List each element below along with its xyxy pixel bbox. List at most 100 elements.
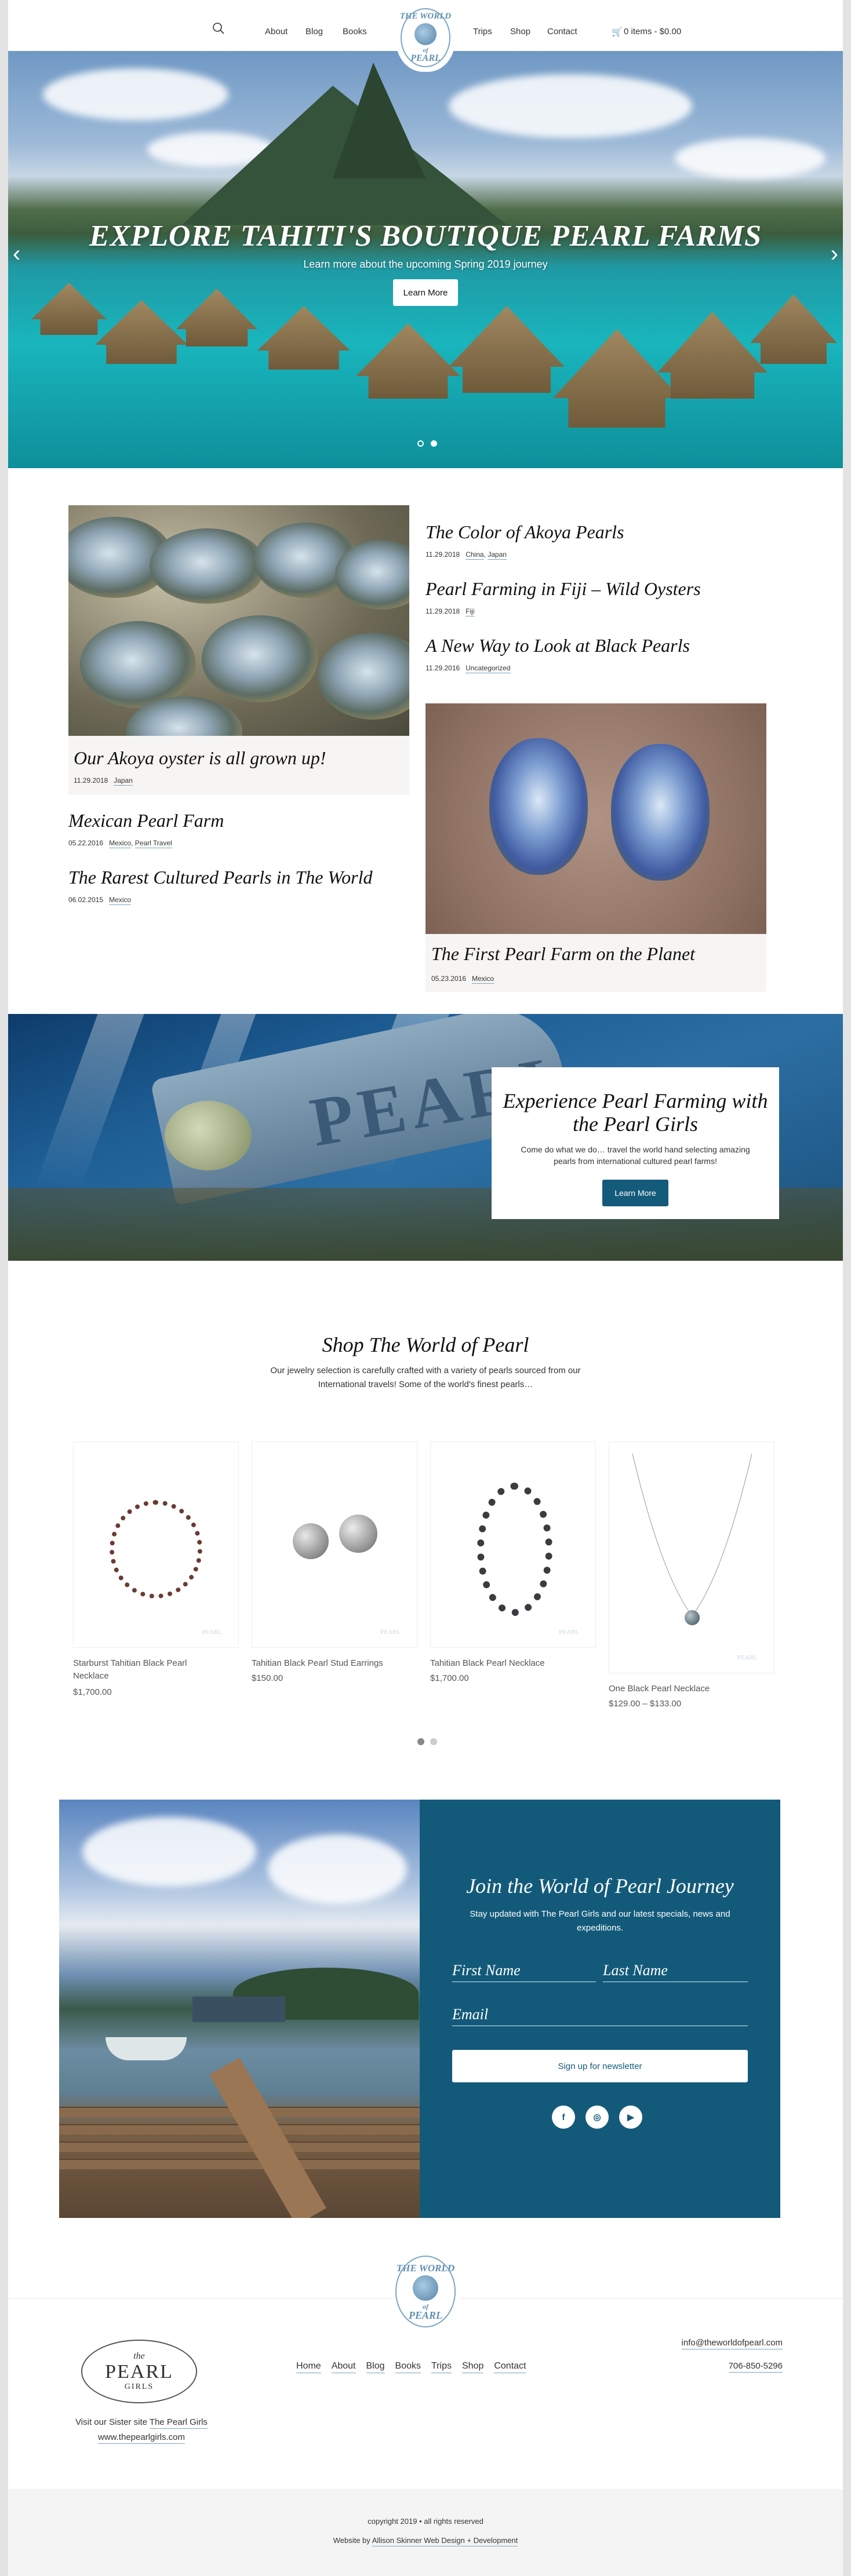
footer-email[interactable]: info@theworldofpearl.com bbox=[681, 2338, 783, 2349]
post-title-color[interactable]: The Color of Akoya Pearls bbox=[426, 521, 624, 543]
nav-trips[interactable]: Trips bbox=[473, 27, 492, 37]
nav-books[interactable]: Books bbox=[343, 27, 367, 37]
product-name[interactable]: Tahitian Black Pearl Stud Earrings bbox=[252, 1657, 383, 1670]
carousel-dot-active[interactable] bbox=[417, 1738, 424, 1745]
pearl-graphic bbox=[339, 1515, 377, 1553]
bungalow bbox=[356, 323, 460, 399]
bungalow bbox=[257, 306, 350, 370]
post-meta-mexican: 05.22.2016 Mexico, Pearl Travel bbox=[68, 839, 172, 848]
footer-logo[interactable]: THE WORLD of PEARL bbox=[391, 2251, 460, 2332]
shop-intro: Our jewelry selection is carefully craft… bbox=[270, 1366, 581, 1389]
buoy bbox=[165, 1101, 252, 1170]
footer-link-trips[interactable]: Trips bbox=[431, 2361, 452, 2373]
carousel-dot[interactable] bbox=[430, 1738, 437, 1745]
post-date: 11.29.2016 bbox=[426, 664, 460, 672]
footer-link-contact[interactable]: Contact bbox=[494, 2361, 526, 2373]
watermark: PEARL bbox=[737, 1654, 758, 1661]
post-tag[interactable]: Japan bbox=[488, 550, 507, 560]
sister-site-url[interactable]: www.thepearlgirls.com bbox=[97, 2432, 186, 2444]
product-name[interactable]: Tahitian Black Pearl Necklace bbox=[430, 1657, 545, 1670]
cart-link[interactable]: 0 items - $0.00 bbox=[624, 27, 681, 37]
search-icon[interactable] bbox=[212, 22, 225, 38]
post-tag[interactable]: Fiji bbox=[465, 607, 475, 616]
dock-photo bbox=[59, 1800, 420, 2218]
oyster-shell bbox=[80, 621, 196, 708]
product-price: $150.00 bbox=[252, 1673, 283, 1683]
nav-shop[interactable]: Shop bbox=[510, 27, 530, 37]
cloud bbox=[675, 138, 825, 178]
nav-contact[interactable]: Contact bbox=[547, 27, 577, 37]
newsletter-signup-button[interactable]: Sign up for newsletter bbox=[452, 2050, 748, 2082]
product-image-studs[interactable]: PEARL bbox=[252, 1442, 417, 1648]
pearl-girls-logo[interactable]: the PEARL GIRLS bbox=[81, 2334, 197, 2409]
youtube-icon[interactable]: ▶ bbox=[619, 2106, 642, 2129]
post-tag[interactable]: Japan bbox=[114, 776, 133, 786]
product-price: $1,700.00 bbox=[430, 1673, 469, 1683]
footer-phone[interactable]: 706-850-5296 bbox=[728, 2361, 783, 2373]
footer-nav: Home About Blog Books Trips Shop Contact bbox=[296, 2361, 526, 2373]
post-title-rarest[interactable]: The Rarest Cultured Pearls in The World bbox=[68, 867, 372, 888]
post-image-akoya[interactable] bbox=[68, 505, 409, 736]
credit-link[interactable]: Allison Skinner Web Design + Development bbox=[372, 2536, 518, 2546]
slider-dot-active[interactable] bbox=[431, 440, 437, 447]
nav-blog[interactable]: Blog bbox=[306, 27, 323, 37]
post-tag[interactable]: Uncategorized bbox=[465, 664, 511, 673]
blue-shell bbox=[489, 738, 588, 875]
footer-link-about[interactable]: About bbox=[331, 2361, 356, 2373]
product-image-tahitian[interactable]: PEARL bbox=[430, 1442, 596, 1648]
newsletter-title: Join the World of Pearl Journey bbox=[466, 1874, 734, 1898]
post-tag[interactable]: Mexico bbox=[109, 896, 132, 905]
bungalow bbox=[553, 329, 681, 428]
post-date: 05.23.2016 bbox=[431, 975, 467, 983]
post-image-first[interactable] bbox=[426, 703, 766, 934]
site-logo[interactable]: THE WORLD of PEARL bbox=[396, 3, 455, 72]
post-title-mexican[interactable]: Mexican Pearl Farm bbox=[68, 810, 224, 831]
bungalow bbox=[176, 289, 257, 346]
next-arrow-icon[interactable]: › bbox=[831, 242, 838, 265]
email-field[interactable]: Email bbox=[452, 2006, 748, 2026]
prev-arrow-icon[interactable]: ‹ bbox=[13, 242, 20, 265]
boat bbox=[192, 1997, 285, 2022]
post-title-black[interactable]: A New Way to Look at Black Pearls bbox=[426, 635, 690, 656]
last-name-field[interactable]: Last Name bbox=[603, 1962, 748, 1982]
bungalow bbox=[750, 294, 837, 364]
footer-link-blog[interactable]: Blog bbox=[366, 2361, 385, 2373]
light-ray bbox=[34, 1014, 144, 1188]
bungalow bbox=[95, 300, 188, 364]
newsletter-panel: Join the World of Pearl Journey Stay upd… bbox=[420, 1800, 780, 2218]
post-title-fiji[interactable]: Pearl Farming in Fiji – Wild Oysters bbox=[426, 578, 701, 600]
necklace-graphic bbox=[477, 1483, 552, 1616]
credit-line: Website by Allison Skinner Web Design + … bbox=[8, 2536, 843, 2546]
post-date: 11.29.2018 bbox=[426, 550, 460, 559]
instagram-icon[interactable]: ◎ bbox=[585, 2106, 609, 2129]
page: About Blog Books Trips Shop Contact 🛒 0 … bbox=[8, 0, 843, 2576]
logo-ring bbox=[395, 2256, 456, 2327]
post-title-first[interactable]: The First Pearl Farm on the Planet bbox=[431, 943, 695, 965]
post-tag[interactable]: Mexico bbox=[472, 975, 494, 984]
bungalow bbox=[449, 306, 565, 393]
hero-learn-more-button[interactable]: Learn More bbox=[393, 279, 458, 306]
experience-learn-more-button[interactable]: Learn More bbox=[602, 1180, 668, 1206]
cart-icon[interactable]: 🛒 bbox=[612, 27, 623, 37]
footer-link-books[interactable]: Books bbox=[395, 2361, 421, 2373]
product-name[interactable]: Starburst Tahitian Black Pearl Necklace bbox=[73, 1657, 224, 1683]
slider-dot[interactable] bbox=[417, 440, 424, 447]
cloud bbox=[268, 1834, 407, 1904]
product-image-one-pearl[interactable]: PEARL bbox=[609, 1442, 774, 1673]
post-tag[interactable]: China bbox=[465, 550, 484, 560]
product-image-starburst[interactable]: PEARL bbox=[73, 1442, 239, 1648]
small-boat bbox=[106, 2037, 187, 2060]
post-tag[interactable]: Mexico bbox=[109, 839, 132, 848]
post-title-akoya[interactable]: Our Akoya oyster is all grown up! bbox=[74, 747, 326, 769]
footer-link-shop[interactable]: Shop bbox=[461, 2361, 484, 2373]
post-tag[interactable]: Pearl Travel bbox=[134, 839, 172, 848]
pearl-graphic bbox=[293, 1523, 329, 1559]
product-name[interactable]: One Black Pearl Necklace bbox=[609, 1683, 710, 1695]
copyright-text: copyright 2019 • all rights reserved bbox=[368, 2517, 483, 2526]
first-name-field[interactable]: First Name bbox=[452, 1962, 596, 1982]
nav-about[interactable]: About bbox=[265, 27, 288, 37]
hero-slider: EXPLORE TAHITI'S BOUTIQUE PEARL FARMS Le… bbox=[8, 51, 843, 468]
sister-site-link[interactable]: The Pearl Girls bbox=[149, 2417, 208, 2429]
facebook-icon[interactable]: f bbox=[552, 2106, 575, 2129]
footer-link-home[interactable]: Home bbox=[296, 2361, 321, 2373]
